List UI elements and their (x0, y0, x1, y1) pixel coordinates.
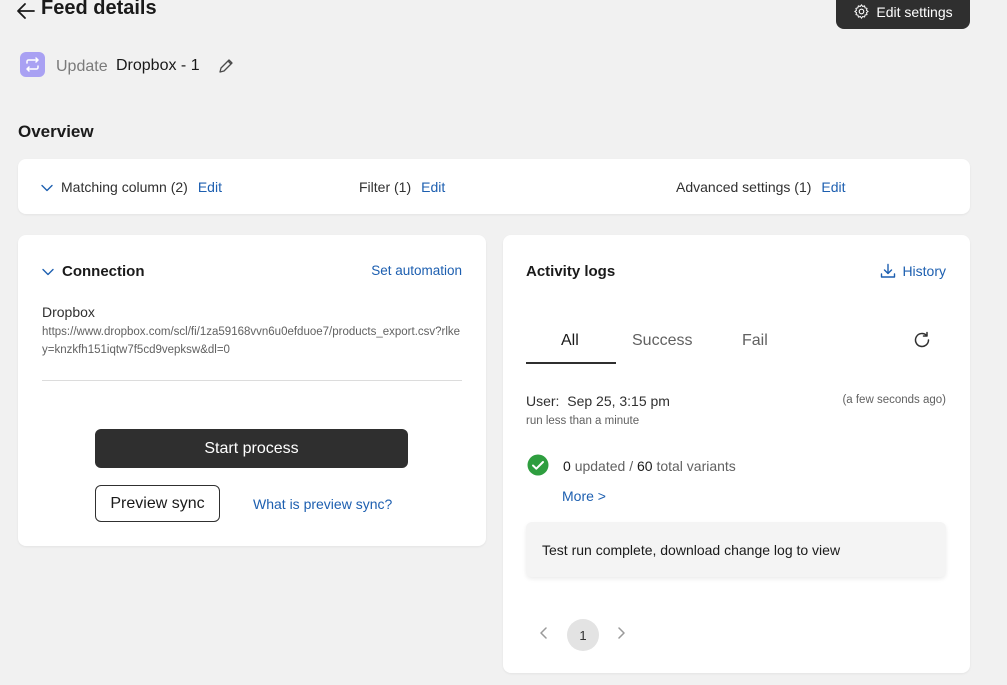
connection-card: Connection Set automation Dropbox https:… (18, 235, 486, 546)
stats-separator: / (629, 458, 634, 474)
filter-edit-link[interactable]: Edit (421, 179, 445, 195)
matching-column-label: Matching column (2) (61, 179, 188, 195)
activity-logs-card: Activity logs History All Success Fail U… (503, 235, 970, 673)
advanced-settings-label: Advanced settings (1) (676, 179, 812, 195)
page-title: Feed details (41, 0, 157, 19)
advanced-settings-section: Advanced settings (1) Edit (676, 179, 846, 195)
sync-arrows-icon (26, 57, 39, 72)
preview-sync-button[interactable]: Preview sync (95, 485, 220, 522)
filter-section: Filter (1) Edit (359, 179, 445, 195)
log-run-duration: run less than a minute (526, 415, 640, 427)
overview-card: Matching column (2) Edit Filter (1) Edit A… (18, 159, 970, 214)
feed-type-label: Update (56, 58, 108, 75)
tab-success[interactable]: Success (632, 332, 692, 350)
sync-stats: 0 updated / 60 total variants (563, 458, 736, 474)
advanced-edit-link[interactable]: Edit (821, 179, 845, 195)
back-arrow-icon[interactable] (15, 0, 37, 22)
overview-heading: Overview (18, 122, 94, 141)
chevron-right-icon (618, 627, 625, 639)
history-button[interactable]: History (880, 263, 946, 279)
connection-toggle[interactable]: Connection (42, 263, 145, 280)
active-tab-indicator (526, 362, 616, 364)
gear-icon (854, 4, 870, 19)
source-url: https://www.dropbox.com/scl/fi/1za59168v… (42, 326, 461, 356)
updated-count: 0 (563, 458, 571, 474)
log-user-timestamp: User: Sep 25, 3:15 pm (526, 393, 670, 409)
total-label: total variants (656, 458, 736, 474)
chevron-down-icon (42, 268, 54, 275)
page-number-button[interactable]: 1 (567, 619, 599, 651)
edit-settings-label: Edit settings (876, 3, 953, 20)
activity-logs-title: Activity logs (526, 263, 616, 280)
start-process-button[interactable]: Start process (95, 429, 408, 468)
updated-label: updated (574, 458, 626, 474)
filter-label: Filter (1) (359, 179, 412, 195)
pencil-icon[interactable] (218, 58, 234, 74)
source-name: Dropbox (42, 304, 95, 320)
tab-all[interactable]: All (561, 332, 579, 350)
divider (42, 380, 462, 381)
log-relative-time: (a few seconds ago) (842, 394, 946, 406)
more-link[interactable]: More > (562, 488, 606, 504)
feed-name: Dropbox - 1 (116, 57, 200, 74)
next-page-button[interactable] (617, 626, 626, 644)
total-count: 60 (636, 458, 653, 474)
log-message: Test run complete, download change log t… (542, 542, 841, 558)
download-icon (881, 263, 896, 278)
matching-edit-link[interactable]: Edit (198, 179, 222, 195)
what-is-preview-sync-link[interactable]: What is preview sync? (253, 496, 392, 512)
success-check-icon (527, 454, 549, 476)
set-automation-link[interactable]: Set automation (371, 263, 462, 278)
chevron-left-icon (540, 627, 547, 639)
connection-title: Connection (62, 263, 145, 280)
history-label: History (902, 263, 946, 279)
refresh-icon[interactable] (913, 331, 931, 349)
matching-column-section[interactable]: Matching column (2) Edit (41, 179, 222, 195)
prev-page-button[interactable] (539, 626, 548, 644)
log-message-box: Test run complete, download change log t… (526, 522, 946, 577)
chevron-down-icon (41, 185, 53, 192)
tab-fail[interactable]: Fail (742, 332, 768, 350)
edit-settings-button[interactable]: Edit settings (836, 0, 970, 29)
feed-type-icon (20, 52, 45, 77)
